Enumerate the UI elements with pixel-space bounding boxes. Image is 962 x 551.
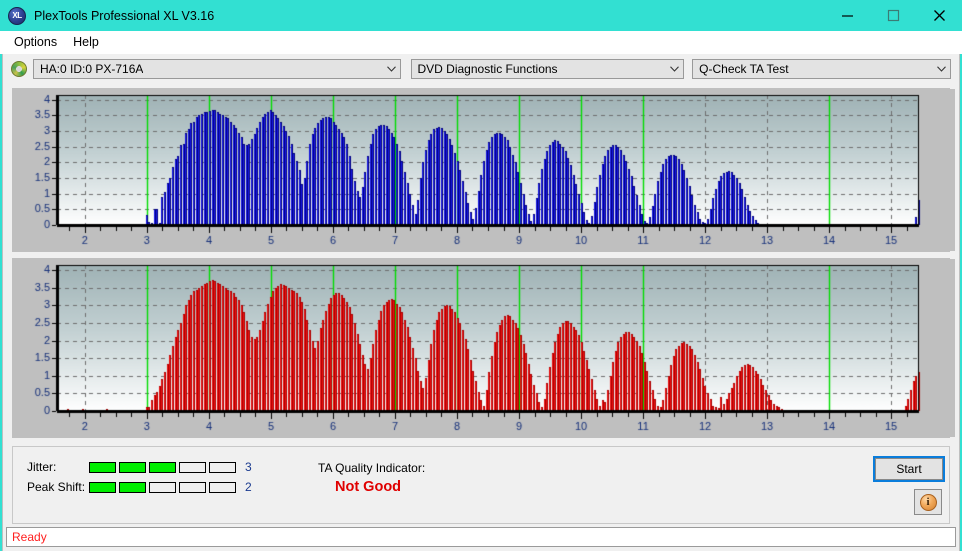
test-select-value: Q-Check TA Test [699,62,789,76]
meter-segment [179,461,206,473]
peak-shift-meter [89,481,236,493]
disc-icon [11,61,27,77]
peak-shift-label: Peak Shift: [27,480,86,494]
window-title: PlexTools Professional XL V3.16 [34,8,215,23]
jitter-value: 3 [245,460,252,474]
function-select-value: DVD Diagnostic Functions [417,62,558,76]
drive-select-value: HA:0 ID:0 PX-716A [40,62,144,76]
toolbar: HA:0 ID:0 PX-716A DVD Diagnostic Functio… [3,54,959,84]
chevron-down-icon [383,60,400,78]
peak-shift-row: Peak Shift: 2 [27,480,252,494]
drive-select[interactable]: HA:0 ID:0 PX-716A [33,59,401,79]
function-select[interactable]: DVD Diagnostic Functions [410,59,685,79]
results-panel: Jitter: 3 Peak Shift: 2 TA Quality Indic… [12,446,950,524]
jitter-meter [89,461,236,473]
window-controls [824,0,962,31]
maximize-icon[interactable] [870,0,916,31]
meter-segment [149,461,176,473]
peak-shift-chart [13,259,955,437]
ta-quality-value: Not Good [335,479,402,495]
menu-item-help[interactable]: Help [65,33,107,51]
chevron-down-icon [666,60,683,78]
info-icon: i [919,493,937,511]
jitter-chart [13,89,955,251]
meter-segment [149,481,176,493]
menu-bar: Options Help [0,31,962,54]
title-bar: XL PlexTools Professional XL V3.16 [0,0,962,31]
status-text: Ready [12,530,47,544]
jitter-label: Jitter: [27,460,57,474]
meter-segment [179,481,206,493]
peak-shift-value: 2 [245,480,252,494]
jitter-chart-panel [12,88,955,252]
meter-segment [119,461,146,473]
meter-segment [209,481,236,493]
ta-quality-label: TA Quality Indicator: [318,461,426,475]
minimize-icon[interactable] [824,0,870,31]
chevron-down-icon [933,60,950,78]
start-button[interactable]: Start [873,456,945,482]
close-icon[interactable] [916,0,962,31]
meter-segment [119,481,146,493]
meter-segment [209,461,236,473]
menu-item-options[interactable]: Options [6,33,65,51]
plextools-window: XL PlexTools Professional XL V3.16 Optio… [0,0,962,551]
status-bar: Ready [6,527,956,547]
test-select[interactable]: Q-Check TA Test [692,59,951,79]
peak-shift-chart-panel [12,258,955,438]
client-area: HA:0 ID:0 PX-716A DVD Diagnostic Functio… [2,54,960,551]
jitter-row: Jitter: 3 [27,460,252,474]
app-icon: XL [8,6,26,25]
meter-segment [89,461,116,473]
info-button[interactable]: i [914,489,942,515]
meter-segment [89,481,116,493]
